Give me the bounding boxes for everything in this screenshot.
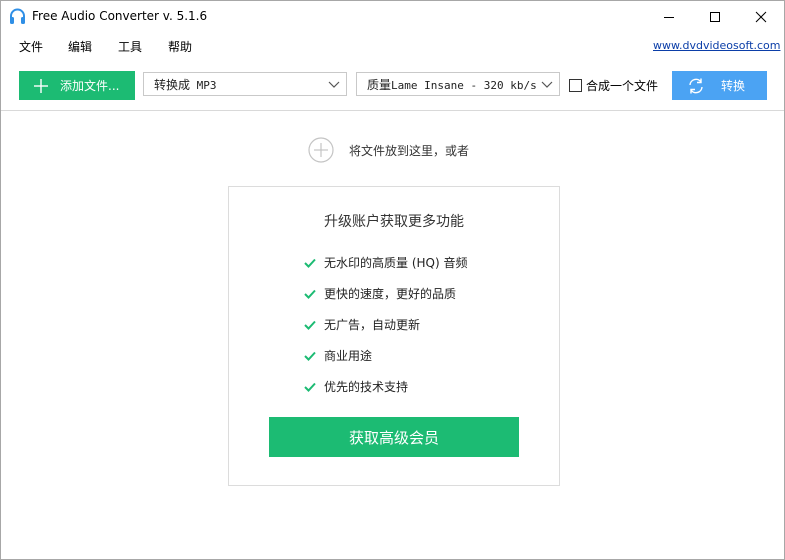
check-icon — [304, 289, 316, 299]
merge-label: 合成一个文件 — [586, 79, 659, 93]
window-title: Free Audio Converter v. 5.1.6 — [32, 9, 208, 23]
feature-item: 更快的速度，更好的品质 — [304, 285, 456, 302]
convert-label: 转换 — [721, 79, 746, 93]
feature-text: 优先的技术支持 — [324, 380, 409, 394]
drop-text: 将文件放到这里，或者 — [349, 143, 470, 158]
check-icon — [304, 258, 316, 268]
format-select-value: 转换成 MP3 — [154, 76, 217, 93]
upgrade-card: 升级账户获取更多功能 无水印的高质量 (HQ) 音频 更快的速度，更好的品质 无… — [228, 186, 560, 486]
quality-select[interactable]: 质量Lame Insane - 320 kb/s — [356, 72, 560, 96]
app-window: Free Audio Converter v. 5.1.6 文件 编辑 工具 帮… — [0, 0, 785, 560]
format-select[interactable]: 转换成 MP3 — [143, 72, 347, 96]
format-value: MP3 — [196, 78, 217, 92]
maximize-icon — [710, 11, 720, 22]
check-icon — [304, 320, 316, 330]
convert-button[interactable]: 转换 — [672, 71, 767, 100]
drop-zone[interactable]: 将文件放到这里，或者 — [308, 137, 469, 163]
quality-select-value: 质量Lame Insane - 320 kb/s — [367, 76, 537, 93]
menu-help[interactable]: 帮助 — [168, 38, 192, 55]
menu-edit[interactable]: 编辑 — [68, 38, 92, 55]
feature-item: 商业用途 — [304, 347, 372, 364]
feature-text: 更快的速度，更好的品质 — [324, 287, 457, 301]
close-icon — [755, 11, 767, 22]
toolbar: 添加文件... 转换成 MP3 质量Lame Insane - 320 kb/s… — [1, 59, 784, 111]
headphones-icon — [10, 8, 25, 24]
minimize-button[interactable] — [646, 1, 692, 32]
quality-prefix: 质量 — [367, 77, 392, 92]
add-files-button[interactable]: 添加文件... — [19, 71, 135, 100]
add-circle-icon[interactable] — [308, 137, 334, 163]
chevron-down-icon — [541, 81, 553, 88]
minimize-icon — [664, 16, 674, 18]
chevron-down-icon — [328, 81, 340, 88]
checkbox-box[interactable] — [569, 79, 582, 92]
feature-text: 无广告，自动更新 — [324, 318, 421, 332]
merge-checkbox[interactable]: 合成一个文件 — [569, 77, 658, 94]
maximize-button[interactable] — [692, 1, 738, 32]
refresh-icon — [689, 78, 703, 93]
feature-item: 无水印的高质量 (HQ) 音频 — [304, 254, 467, 271]
quality-value: Lame Insane - 320 kb/s — [391, 78, 537, 92]
title-bar[interactable]: Free Audio Converter v. 5.1.6 — [1, 1, 784, 32]
feature-item: 优先的技术支持 — [304, 378, 408, 395]
feature-text: 无水印的高质量 (HQ) 音频 — [324, 256, 468, 270]
format-prefix: 转换成 — [154, 77, 191, 92]
feature-item: 无广告，自动更新 — [304, 316, 420, 333]
close-button[interactable] — [738, 1, 784, 32]
menu-bar: 文件 编辑 工具 帮助 www.dvdvideosoft.com — [1, 32, 784, 59]
check-icon — [304, 382, 316, 392]
check-icon — [304, 351, 316, 361]
menu-file[interactable]: 文件 — [19, 38, 43, 55]
add-files-label: 添加文件... — [60, 79, 120, 93]
menu-tools[interactable]: 工具 — [118, 38, 142, 55]
plus-icon — [34, 78, 48, 93]
website-link[interactable]: www.dvdvideosoft.com — [653, 39, 780, 52]
feature-text: 商业用途 — [324, 349, 373, 363]
upgrade-title: 升级账户获取更多功能 — [324, 214, 464, 230]
get-premium-button[interactable]: 获取高级会员 — [269, 417, 519, 457]
